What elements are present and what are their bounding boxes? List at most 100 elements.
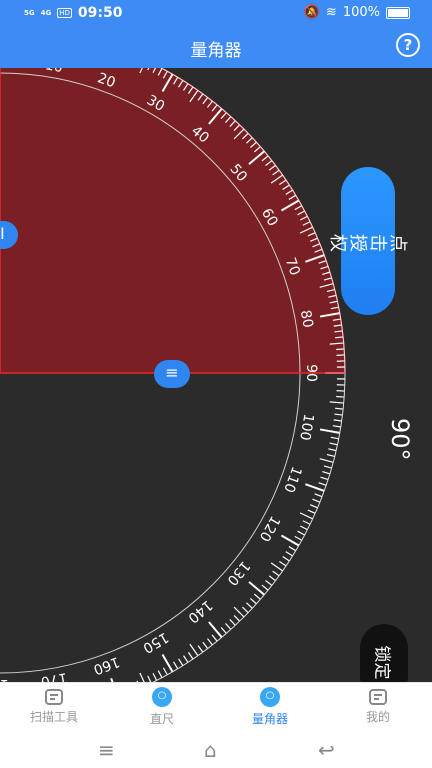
system-nav-bar: ≡ ⌂ ↩ xyxy=(0,732,432,768)
protractor-tick xyxy=(335,407,344,410)
protractor-tick xyxy=(335,336,344,339)
lock-label: 锁定 xyxy=(371,645,392,679)
battery-percent: 100% xyxy=(342,5,380,20)
protractor-tick xyxy=(326,453,335,458)
tick-label-160: 160 xyxy=(91,653,122,677)
tab-ruler[interactable]: 直尺 xyxy=(122,687,202,727)
protractor-tick xyxy=(187,652,194,660)
bottom-tab-bar: 扫描工具 直尺 量角器 我的 xyxy=(0,682,432,733)
protractor-tick xyxy=(318,482,327,486)
grant-permission-button[interactable]: 点击授权 xyxy=(328,167,408,315)
help-icon[interactable]: ? xyxy=(396,33,420,57)
tick-label-80: 80 xyxy=(297,309,316,329)
tab-label: 直尺 xyxy=(149,712,174,726)
document-icon xyxy=(369,689,387,705)
protractor-tick xyxy=(299,512,313,520)
protractor-tick xyxy=(207,638,213,646)
protractor-tick xyxy=(265,580,273,586)
home-icon[interactable]: ⌂ xyxy=(204,738,217,762)
signal-5g: 5G xyxy=(24,8,35,17)
protractor-tick xyxy=(312,498,321,503)
protractor-tick xyxy=(305,483,325,492)
tick-label-150: 150 xyxy=(140,629,171,656)
protractor-tick xyxy=(297,530,305,536)
tick-label-140: 140 xyxy=(185,597,216,626)
protractor-tick xyxy=(320,476,329,481)
wifi-icon: ≋ xyxy=(325,5,337,20)
protractor-tick xyxy=(253,593,261,600)
status-bar: 5G 4G HD 09:50 🔕 ≋ 100% xyxy=(0,0,432,28)
protractor-tick xyxy=(197,645,204,653)
protractor-tick xyxy=(242,606,249,614)
protractor-tick xyxy=(336,395,345,398)
protractor-tick xyxy=(268,575,276,582)
protractor-tick xyxy=(208,621,223,638)
protractor-canvas[interactable]: 0 10 20 30 40 50 60 70 80 90 100 110 120… xyxy=(0,68,432,682)
tick-label-0: 0 xyxy=(0,68,4,70)
protractor-tick xyxy=(329,442,338,446)
protractor-tick xyxy=(229,619,236,626)
protractor-tick xyxy=(336,348,345,351)
tab-label: 量角器 xyxy=(251,712,288,726)
page-title: 量角器 xyxy=(190,41,242,61)
protractor-tick xyxy=(334,413,343,416)
protractor-tick xyxy=(178,658,184,666)
tab-mine[interactable]: 我的 xyxy=(338,689,418,725)
tab-protractor[interactable]: 量角器 xyxy=(230,687,310,727)
tab-scan-tools[interactable]: 扫描工具 xyxy=(14,689,94,725)
app-header: 量角器 ? xyxy=(0,28,432,68)
tick-label-100: 100 xyxy=(296,412,316,441)
back-icon[interactable]: ↩ xyxy=(318,738,335,762)
protractor-tick xyxy=(307,509,316,514)
protractor-tick xyxy=(319,428,340,434)
grant-label: 点击授权 xyxy=(328,231,408,252)
angle-sector xyxy=(0,68,346,374)
tab-label: 扫描工具 xyxy=(29,710,78,724)
protractor-tick xyxy=(309,504,318,509)
tick-label-130: 130 xyxy=(224,558,253,589)
angle-readout: 90° xyxy=(386,418,414,461)
protractor-tick xyxy=(202,641,209,649)
protractor-tick xyxy=(299,525,308,531)
menu-icon[interactable]: ≡ xyxy=(98,738,115,762)
hd-icon: HD xyxy=(57,8,72,18)
tick-label-90: 90 xyxy=(303,364,319,382)
protractor-tick xyxy=(139,672,145,682)
protractor-tick xyxy=(302,520,311,525)
protractor-tick xyxy=(220,626,227,634)
arm-drag-handle[interactable]: ≡ xyxy=(154,360,190,388)
protractor-tick xyxy=(173,661,179,670)
protractor-tick xyxy=(250,598,257,605)
tick-label-110: 110 xyxy=(280,464,304,495)
protractor: 0 10 20 30 40 50 60 70 80 90 100 110 120… xyxy=(0,68,346,682)
protractor-tick xyxy=(282,556,290,562)
search-circle-icon xyxy=(152,687,172,707)
tick-label-170: 170 xyxy=(39,669,68,682)
protractor-tick xyxy=(294,535,303,541)
tick-label-120: 120 xyxy=(256,513,283,544)
clock: 09:50 xyxy=(77,5,123,21)
protractor-tick xyxy=(328,448,337,452)
protractor-tick xyxy=(233,615,241,622)
signal-4g: 4G xyxy=(40,8,52,17)
protractor-tick xyxy=(246,602,253,609)
protractor-tick xyxy=(329,401,344,404)
search-circle-icon xyxy=(260,687,280,707)
protractor-tick xyxy=(332,425,341,428)
protractor-tick xyxy=(211,634,218,642)
document-icon xyxy=(45,689,63,705)
mute-icon: 🔕 xyxy=(303,5,320,20)
lock-button[interactable]: 锁定 xyxy=(360,624,408,682)
protractor-tick xyxy=(314,493,323,498)
protractor-tick xyxy=(322,470,331,475)
protractor-tick xyxy=(333,419,342,422)
protractor-tick xyxy=(270,562,283,572)
protractor-tick xyxy=(330,436,339,440)
protractor-tick xyxy=(189,643,199,656)
protractor-tick xyxy=(272,570,280,577)
protractor-tick xyxy=(248,581,265,596)
battery-icon xyxy=(386,6,410,19)
protractor-tick xyxy=(261,584,269,591)
protractor-tick xyxy=(323,465,332,469)
protractor-tick xyxy=(162,667,168,676)
